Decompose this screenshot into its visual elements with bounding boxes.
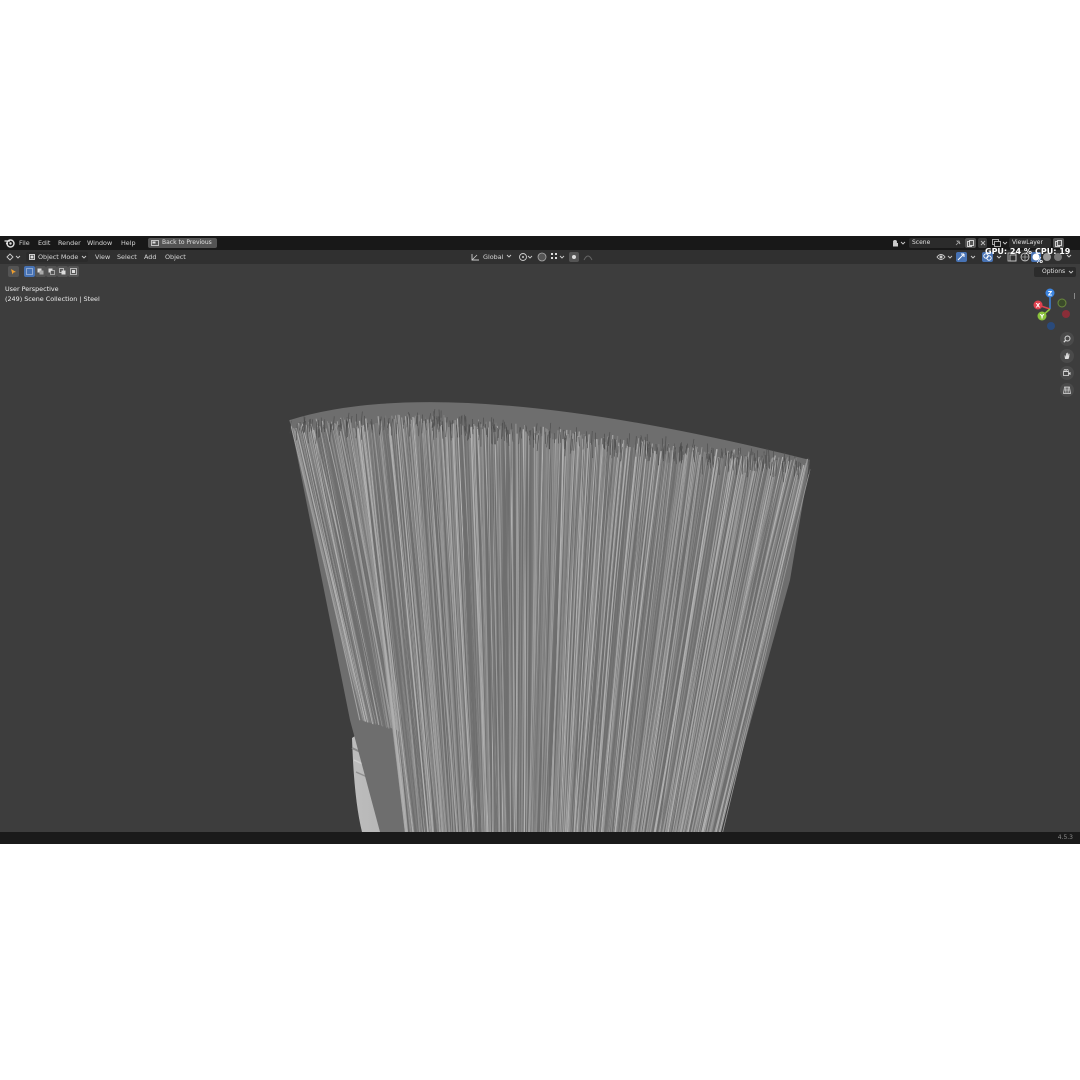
zoom-icon [1063, 335, 1071, 343]
scene-name-field[interactable]: Scene [909, 238, 965, 248]
chevron-down-icon[interactable] [506, 254, 512, 259]
object-mode-icon [29, 254, 35, 260]
scene-name: Scene [912, 239, 931, 246]
visibility-icon[interactable] [936, 252, 954, 262]
version-label: 4.5.3 [1057, 834, 1073, 841]
back-to-previous-label: Back to Previous [162, 239, 212, 246]
select-invert-icon [59, 268, 66, 275]
grid-icon [1063, 386, 1071, 394]
gizmo-x-label: X [1036, 303, 1041, 310]
menu-file[interactable]: File [19, 239, 30, 247]
chevron-down-icon [1068, 270, 1074, 274]
projection-toggle-button[interactable] [1060, 383, 1074, 397]
chevron-down-icon [81, 255, 87, 259]
mode-selector[interactable]: Object Mode [26, 252, 88, 262]
viewport-collection-label: (249) Scene Collection | Steel [5, 295, 100, 303]
options-label: Options [1042, 268, 1066, 275]
menu-window[interactable]: Window [87, 239, 112, 247]
viewport-3d[interactable]: User Perspective (249) Scene Collection … [0, 280, 1080, 832]
blender-window: File Edit Render Window Help Back to Pre… [0, 236, 1080, 844]
select-extend-icon [37, 268, 44, 275]
camera-icon [1063, 369, 1071, 376]
transform-orientation[interactable]: Global [483, 253, 503, 261]
proportional-editing-icon[interactable] [569, 252, 579, 262]
pin-icon[interactable] [955, 240, 961, 246]
camera-view-button[interactable] [1060, 366, 1074, 380]
top-menu-bar: File Edit Render Window Help Back to Pre… [0, 236, 1080, 250]
duplicate-icon [967, 240, 974, 247]
select-mode-intersect-button[interactable] [68, 266, 79, 277]
select-intersect-icon [70, 268, 77, 275]
screen-icon [151, 240, 159, 246]
gizmo-z-label: Z [1048, 291, 1053, 298]
pivot-point-icon[interactable] [518, 252, 534, 262]
gizmo-collapse-handle[interactable] [1074, 293, 1079, 299]
status-bar: 4.5.3 [0, 832, 1080, 844]
menu-render[interactable]: Render [58, 239, 81, 247]
select-mode-invert-button[interactable] [57, 266, 68, 277]
options-dropdown[interactable]: Options [1034, 267, 1076, 277]
gizmo-toggle-icon[interactable] [956, 252, 978, 262]
select-tool-button[interactable] [8, 266, 19, 277]
navigation-gizmo[interactable]: Z X Y [1026, 283, 1078, 333]
select-mode-extend-button[interactable] [35, 266, 46, 277]
back-to-previous-button[interactable]: Back to Previous [148, 238, 217, 248]
cpu-usage: CPU: 19 % [1035, 247, 1071, 265]
falloff-icon[interactable] [583, 252, 593, 262]
gpu-usage: GPU: 24 % [985, 247, 1032, 256]
blender-logo-icon[interactable] [4, 238, 15, 248]
cursor-icon [11, 269, 16, 275]
brush-model [289, 402, 811, 832]
snap-icon[interactable] [537, 252, 547, 262]
view-layer-icon[interactable] [992, 239, 1008, 247]
tool-header: Options [0, 264, 1080, 280]
menu-help[interactable]: Help [121, 239, 136, 247]
select-mode-new-button[interactable] [24, 266, 35, 277]
menu-object[interactable]: Object [165, 253, 186, 261]
viewport-header: Object Mode View Select Add Object Globa… [0, 247, 1080, 265]
viewport-perspective-label: User Perspective [5, 285, 59, 293]
duplicate-icon [1055, 240, 1062, 247]
zoom-button[interactable] [1060, 332, 1074, 346]
gizmo-y-label: Y [1039, 314, 1045, 321]
scene-icon[interactable] [892, 239, 906, 247]
close-icon [980, 240, 986, 246]
bristles [289, 402, 811, 832]
snap-increment-icon[interactable] [550, 252, 566, 262]
editor-type-icon[interactable] [6, 253, 22, 261]
hand-icon [1064, 352, 1070, 359]
select-subtract-icon [48, 268, 55, 275]
menu-edit[interactable]: Edit [38, 239, 50, 247]
menu-add[interactable]: Add [144, 253, 156, 261]
pan-button[interactable] [1060, 349, 1074, 363]
select-mode-subtract-button[interactable] [46, 266, 57, 277]
new-scene-button[interactable] [965, 238, 976, 248]
menu-select[interactable]: Select [117, 253, 137, 261]
select-new-icon [26, 268, 33, 275]
mode-label: Object Mode [38, 253, 79, 261]
menu-view[interactable]: View [95, 253, 110, 261]
transform-orientation-icon [471, 254, 479, 261]
